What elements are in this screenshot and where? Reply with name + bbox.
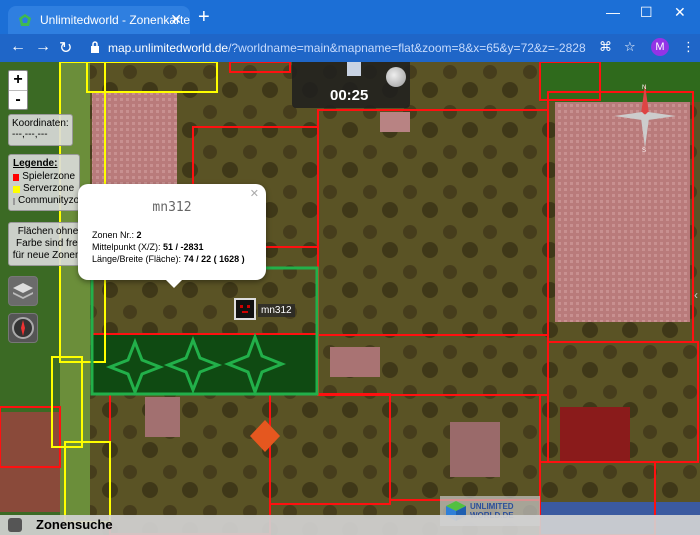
layers-button[interactable]: [8, 276, 38, 306]
menu-kebab-icon[interactable]: ⋮: [682, 39, 695, 55]
legend-panel: Legende: Spielerzone Serverzone Communit…: [8, 154, 90, 211]
zone-info-popup: ✕ mn312 Zonen Nr.: 2 Mittelpunkt (X/Z): …: [78, 184, 266, 288]
window-close-icon[interactable]: ✕: [674, 4, 686, 21]
coordinates-label: Koordinaten:: [12, 118, 69, 129]
zoom-control: + -: [8, 70, 28, 110]
bookmark-star-icon[interactable]: ☆: [624, 39, 636, 55]
translate-icon[interactable]: ⌘: [599, 39, 612, 55]
legend-item: Serverzone: [13, 183, 75, 195]
zone-number-line: Zonen Nr.: 2: [92, 230, 142, 240]
forward-icon[interactable]: →: [35, 38, 51, 56]
zone-search-label: Zonensuche: [36, 517, 113, 532]
player-head-icon: [240, 305, 250, 313]
time-display: 00:25: [292, 62, 410, 108]
clock-time: 00:25: [330, 87, 369, 104]
zone-owner-name: mn312: [152, 200, 192, 215]
legend-item: Communityzone: [13, 195, 90, 207]
minimize-icon[interactable]: —: [606, 4, 620, 20]
browser-tab[interactable]: Unlimitedworld - Zonenkarte ✕: [8, 6, 190, 34]
tab-strip: Unlimitedworld - Zonenkarte ✕ + — ☐ ✕: [0, 0, 700, 34]
lock-icon: [91, 41, 99, 53]
search-wrench-icon: [8, 518, 22, 532]
sidebar-toggle-icon[interactable]: ‹: [694, 288, 698, 302]
profile-avatar[interactable]: M: [651, 38, 669, 56]
new-tab-button[interactable]: +: [198, 7, 210, 27]
map-terrain: [0, 62, 700, 535]
site-favicon-icon: [19, 14, 31, 26]
compass-icon: [12, 317, 34, 339]
coordinates-value: ---,---,---: [12, 129, 48, 140]
zone-map[interactable]: + - Koordinaten: ---,---,--- Legende: Sp…: [0, 62, 700, 535]
address-bar[interactable]: map.unlimitedworld.de/?worldname=main&ma…: [84, 37, 586, 59]
coordinates-panel: Koordinaten: ---,---,---: [8, 114, 73, 146]
url-text: map.unlimitedworld.de/?worldname=main&ma…: [108, 41, 586, 55]
daylight-icon: [347, 62, 361, 76]
svg-text:S: S: [642, 148, 646, 152]
tab-title: Unlimitedworld - Zonenkarte: [40, 13, 191, 27]
back-icon[interactable]: ←: [10, 38, 26, 56]
player-name-label: mn312: [258, 304, 295, 317]
browser-toolbar: ← → ↻ map.unlimitedworld.de/?worldname=m…: [0, 34, 700, 62]
popup-close-icon[interactable]: ✕: [250, 187, 259, 200]
svg-text:N: N: [642, 85, 646, 91]
tab-close-icon[interactable]: ✕: [170, 11, 182, 28]
zone-size-line: Länge/Breite (Fläche): 74 / 22 ( 1628 ): [92, 254, 245, 264]
free-area-hint: Flächen ohne Farbe sind frei für neue Zo…: [8, 222, 88, 266]
moon-icon: [386, 67, 406, 87]
compass-button[interactable]: [8, 313, 38, 343]
maximize-icon[interactable]: ☐: [640, 4, 653, 21]
zoom-in-button[interactable]: +: [9, 71, 27, 90]
legend-title: Legende:: [13, 158, 58, 169]
zoom-out-button[interactable]: -: [9, 90, 27, 109]
legend-item: Spielerzone: [13, 171, 75, 183]
red-swatch-icon: [13, 173, 20, 181]
reload-icon[interactable]: ↻: [59, 38, 72, 58]
zone-search-bar[interactable]: Zonensuche: [0, 515, 700, 535]
player-marker[interactable]: [234, 298, 256, 320]
compass-rose-icon: N S: [614, 84, 676, 152]
zone-center-line: Mittelpunkt (X/Z): 51 / -2831: [92, 242, 204, 252]
layers-icon: [13, 283, 33, 299]
popup-tip: [164, 278, 184, 288]
white-swatch-icon: [13, 197, 15, 205]
yellow-swatch-icon: [13, 185, 20, 193]
